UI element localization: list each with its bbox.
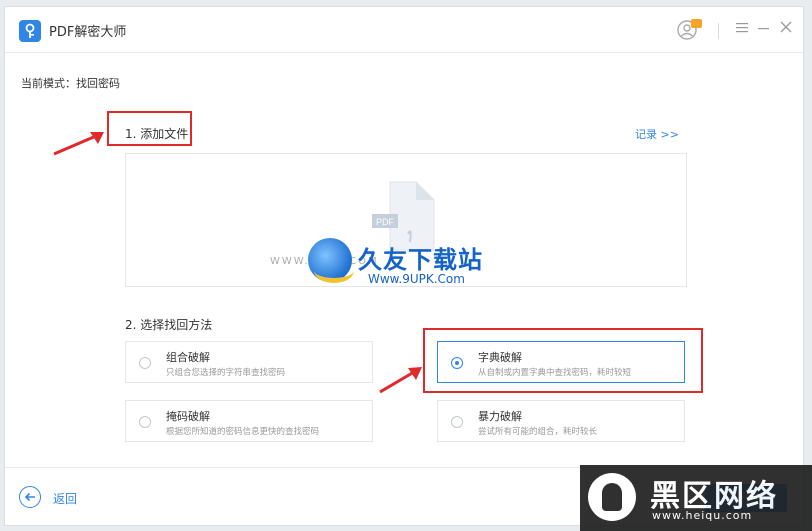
option-title: 暴力破解 — [478, 410, 522, 423]
annotation-box-dictionary — [423, 328, 703, 393]
option-brute-force[interactable]: 暴力破解 尝试所有可能的组合，耗时较长 — [437, 400, 685, 442]
current-mode-label: 当前模式：找回密码 — [21, 77, 120, 90]
option-desc: 只组合您选择的字符串查找密码 — [166, 368, 286, 378]
radio-combination[interactable] — [139, 357, 151, 369]
app-logo-icon — [19, 20, 41, 42]
menu-icon[interactable] — [733, 20, 751, 38]
records-link[interactable]: 记录 >> — [635, 126, 679, 142]
back-button[interactable]: 返回 — [53, 490, 77, 507]
radio-brute-force[interactable] — [451, 416, 463, 428]
heiqu-logo-icon — [588, 473, 636, 521]
watermark-title: 久友下载站 — [358, 246, 483, 274]
step2-method-label: 2. 选择找回方法 — [125, 318, 213, 332]
radio-mask[interactable] — [139, 416, 151, 428]
annotation-arrow-1 — [53, 132, 104, 156]
title-divider — [718, 23, 719, 39]
app-title: PDF解密大师 — [49, 25, 127, 40]
option-desc: 根据您所知道的密码信息更快的查找密码 — [166, 427, 320, 437]
pdf-badge-text: PDF — [376, 217, 395, 227]
vip-badge-icon — [691, 19, 702, 28]
watermark-9upk: 久友下载站 Www.9UPK.Com — [298, 232, 528, 292]
corner-watermark: 黑区网络 www.heiqu.com — [580, 465, 812, 531]
corner-watermark-url: www.heiqu.com — [652, 509, 753, 522]
annotation-arrow-2 — [379, 367, 422, 394]
title-bar: PDF解密大师 — [5, 7, 803, 53]
option-desc: 尝试所有可能的组合，耗时较长 — [478, 427, 598, 437]
back-arrow-icon[interactable] — [19, 486, 41, 508]
close-icon[interactable] — [777, 20, 795, 38]
option-title: 掩码破解 — [166, 410, 210, 423]
watermark-globe-icon — [308, 238, 354, 283]
option-mask[interactable]: 掩码破解 根据您所知道的密码信息更快的查找密码 — [125, 400, 373, 442]
minimize-icon[interactable] — [755, 20, 773, 38]
annotation-box-step1 — [107, 111, 192, 146]
option-combination[interactable]: 组合破解 只组合您选择的字符串查找密码 — [125, 341, 373, 383]
option-title: 组合破解 — [166, 351, 210, 364]
watermark-url: Www.9UPK.Com — [368, 272, 465, 286]
